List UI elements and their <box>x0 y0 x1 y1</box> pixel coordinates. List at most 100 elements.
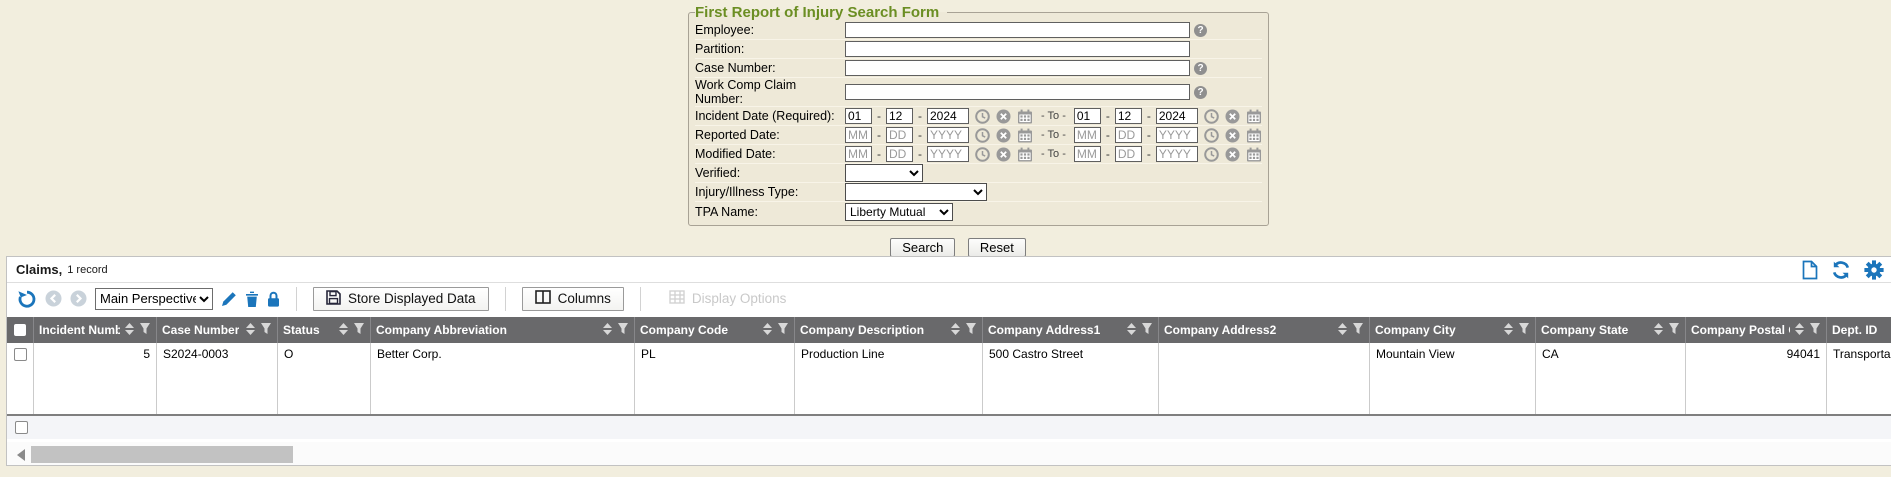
clock-icon[interactable] <box>1204 128 1219 143</box>
store-displayed-data-button[interactable]: Store Displayed Data <box>313 287 489 311</box>
sort-icon[interactable] <box>245 322 256 339</box>
filter-icon[interactable] <box>1668 322 1680 338</box>
delete-perspective-trash-icon[interactable] <box>245 291 259 307</box>
clear-date-icon[interactable] <box>1225 128 1240 143</box>
edit-perspective-pencil-icon[interactable] <box>221 291 237 307</box>
calendar-icon[interactable] <box>1017 128 1033 143</box>
new-document-icon[interactable] <box>1802 260 1818 280</box>
refresh-icon[interactable] <box>1831 260 1851 280</box>
reported-date-from-month-input[interactable] <box>845 127 872 143</box>
column-header-company-description[interactable]: Company Description <box>795 317 983 343</box>
reported-date-from-day-input[interactable] <box>886 127 913 143</box>
undo-icon[interactable] <box>17 289 37 309</box>
columns-button[interactable]: Columns <box>522 287 624 311</box>
incident-date-to-year-input[interactable] <box>1156 108 1198 124</box>
reported-date-to-day-input[interactable] <box>1115 127 1142 143</box>
clock-icon[interactable] <box>975 128 990 143</box>
clock-icon[interactable] <box>975 147 990 162</box>
previous-perspective-icon[interactable] <box>45 290 62 307</box>
row-checkbox[interactable] <box>14 348 27 361</box>
perspective-select[interactable]: Main Perspective <box>95 288 213 310</box>
search-button[interactable]: Search <box>890 238 955 257</box>
filter-icon[interactable] <box>777 322 789 338</box>
clear-date-icon[interactable] <box>996 128 1011 143</box>
sort-icon[interactable] <box>762 322 773 339</box>
modified-date-to-month-input[interactable] <box>1074 146 1101 162</box>
modified-date-from-month-input[interactable] <box>845 146 872 162</box>
column-header-company-code[interactable]: Company Code <box>635 317 795 343</box>
calendar-icon[interactable] <box>1017 109 1033 124</box>
sort-icon[interactable] <box>124 322 135 339</box>
help-icon[interactable]: ? <box>1194 24 1207 37</box>
sort-icon[interactable] <box>1126 322 1137 339</box>
horizontal-scrollbar[interactable] <box>7 439 1891 465</box>
reported-date-to-year-input[interactable] <box>1156 127 1198 143</box>
clock-icon[interactable] <box>1204 147 1219 162</box>
filter-icon[interactable] <box>965 322 977 338</box>
column-header-company-city[interactable]: Company City <box>1370 317 1536 343</box>
clear-date-icon[interactable] <box>996 147 1011 162</box>
verified-select[interactable] <box>845 164 923 182</box>
reset-button[interactable]: Reset <box>968 238 1026 257</box>
help-icon[interactable]: ? <box>1194 86 1207 99</box>
tpa-name-select[interactable]: Liberty Mutual <box>845 203 953 221</box>
incident-date-from-day-input[interactable] <box>886 108 913 124</box>
sort-icon[interactable] <box>1337 322 1348 339</box>
filter-icon[interactable] <box>1141 322 1153 338</box>
calendar-icon[interactable] <box>1246 147 1262 162</box>
help-icon[interactable]: ? <box>1194 62 1207 75</box>
select-all-checkbox[interactable] <box>14 324 26 336</box>
filter-icon[interactable] <box>139 322 151 338</box>
scroll-left-arrow[interactable] <box>17 449 25 461</box>
clear-date-icon[interactable] <box>996 109 1011 124</box>
filter-icon[interactable] <box>1809 322 1821 338</box>
next-perspective-icon[interactable] <box>70 290 87 307</box>
reported-date-from-year-input[interactable] <box>927 127 969 143</box>
sort-icon[interactable] <box>1503 322 1514 339</box>
column-header-company-abbreviation[interactable]: Company Abbreviation <box>371 317 635 343</box>
calendar-icon[interactable] <box>1246 109 1262 124</box>
incident-date-from-month-input[interactable] <box>845 108 872 124</box>
incident-date-from-year-input[interactable] <box>927 108 969 124</box>
injury-illness-type-select[interactable] <box>845 183 987 201</box>
calendar-icon[interactable] <box>1246 128 1262 143</box>
gear-icon[interactable] <box>1864 260 1884 280</box>
work-comp-claim-number-input[interactable] <box>845 84 1190 100</box>
employee-input[interactable] <box>845 22 1190 38</box>
incident-date-to-month-input[interactable] <box>1074 108 1101 124</box>
scrollbar-thumb[interactable] <box>31 446 293 463</box>
partition-input[interactable] <box>845 41 1190 57</box>
filter-icon[interactable] <box>260 322 272 338</box>
table-row[interactable]: 5 S2024-0003 O Better Corp. PL Productio… <box>7 343 1891 416</box>
modified-date-from-year-input[interactable] <box>927 146 969 162</box>
column-header-dept-id[interactable]: Dept. ID <box>1827 317 1891 343</box>
clock-icon[interactable] <box>1204 109 1219 124</box>
sort-icon[interactable] <box>950 322 961 339</box>
clear-date-icon[interactable] <box>1225 147 1240 162</box>
clock-icon[interactable] <box>975 109 990 124</box>
reported-date-to-month-input[interactable] <box>1074 127 1101 143</box>
filter-icon[interactable] <box>1518 322 1530 338</box>
column-header-status[interactable]: Status <box>278 317 371 343</box>
filter-icon[interactable] <box>617 322 629 338</box>
column-header-company-address2[interactable]: Company Address2 <box>1159 317 1370 343</box>
column-header-company-state[interactable]: Company State <box>1536 317 1686 343</box>
column-header-company-postal-code[interactable]: Company Postal Code <box>1686 317 1827 343</box>
column-header-company-address1[interactable]: Company Address1 <box>983 317 1159 343</box>
modified-date-to-year-input[interactable] <box>1156 146 1198 162</box>
calendar-icon[interactable] <box>1017 147 1033 162</box>
footer-checkbox[interactable] <box>15 421 28 434</box>
incident-date-to-day-input[interactable] <box>1115 108 1142 124</box>
case-number-input[interactable] <box>845 60 1190 76</box>
column-header-case-number[interactable]: Case Number <box>157 317 278 343</box>
filter-icon[interactable] <box>1352 322 1364 338</box>
modified-date-to-day-input[interactable] <box>1115 146 1142 162</box>
modified-date-from-day-input[interactable] <box>886 146 913 162</box>
column-header-incident-number[interactable]: Incident Number <box>34 317 157 343</box>
sort-icon[interactable] <box>1794 322 1805 339</box>
filter-icon[interactable] <box>353 322 365 338</box>
sort-icon[interactable] <box>602 322 613 339</box>
sort-icon[interactable] <box>338 322 349 339</box>
lock-perspective-icon[interactable] <box>267 291 280 307</box>
clear-date-icon[interactable] <box>1225 109 1240 124</box>
